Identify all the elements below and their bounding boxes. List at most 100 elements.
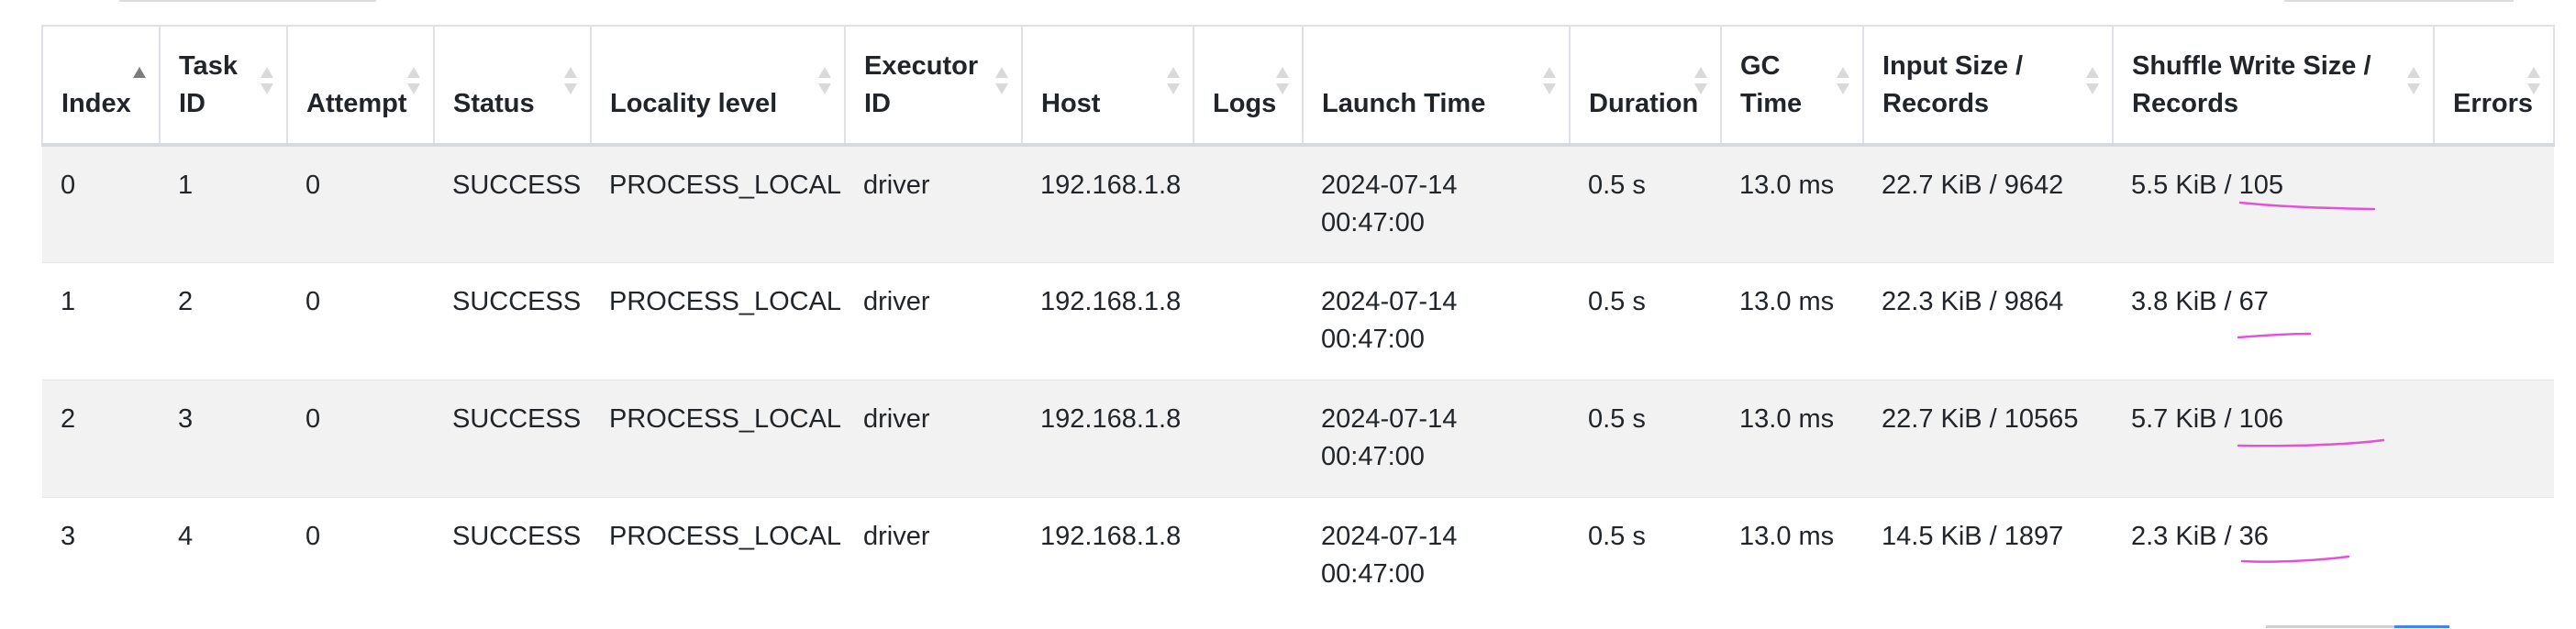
cell-executor: driver [845, 379, 1022, 497]
column-header-label: Task ID [179, 51, 238, 118]
table-row: 0 1 0 SUCCESS PROCESS_LOCAL driver 192.168.1.8… [42, 144, 2554, 262]
cell-shuffle-write: 2.3 KiB / 36 [2113, 496, 2434, 614]
column-header-logs[interactable]: Logs [1193, 25, 1304, 147]
top-divider [119, 0, 376, 2]
cell-index: 0 [42, 144, 160, 262]
cell-errors [2434, 261, 2554, 380]
scrollbar-thumb[interactable] [2394, 625, 2449, 628]
cell-task-id: 4 [160, 496, 287, 614]
cell-gc-time: 13.0 ms [1721, 496, 1863, 614]
cell-shuffle-write: 5.7 KiB / 106 [2113, 379, 2434, 497]
column-header-shuffle-write[interactable]: Shuffle Write Size / Records [2112, 25, 2435, 147]
cell-task-id: 2 [160, 261, 287, 380]
column-header-label: Logs [1213, 89, 1277, 118]
cell-errors [2434, 144, 2554, 262]
cell-input: 22.7 KiB / 10565 [1863, 379, 2113, 497]
cell-executor: driver [845, 144, 1022, 262]
column-header-errors[interactable]: Errors [2433, 25, 2555, 147]
column-header-duration[interactable]: Duration [1569, 25, 1722, 147]
cell-launch-time: 2024-07-14 00:47:00 [1303, 496, 1570, 614]
sort-icon [1694, 67, 1707, 98]
column-header-label: Host [1041, 89, 1101, 118]
column-header-label: Locality level [610, 89, 778, 118]
sort-ascending-icon [133, 67, 146, 98]
cell-locality: PROCESS_LOCAL [591, 379, 845, 497]
cell-host: 192.168.1.8 [1022, 379, 1194, 497]
cell-attempt: 0 [287, 379, 434, 497]
cell-logs [1194, 144, 1303, 262]
cell-shuffle-write: 3.8 KiB / 67 [2113, 261, 2434, 380]
cell-errors [2434, 496, 2554, 614]
cell-locality: PROCESS_LOCAL [591, 144, 845, 262]
cell-status: SUCCESS [434, 144, 591, 262]
cell-duration: 0.5 s [1570, 379, 1721, 497]
column-header-host[interactable]: Host [1021, 25, 1194, 147]
column-header-task-id[interactable]: Task ID [159, 25, 288, 147]
column-header-label: GC Time [1740, 51, 1803, 118]
column-header-input[interactable]: Input Size / Records [1862, 25, 2114, 147]
cell-index: 1 [42, 261, 160, 380]
column-header-label: Attempt [306, 89, 407, 118]
cell-attempt: 0 [287, 496, 434, 614]
sort-icon [407, 67, 420, 98]
cell-duration: 0.5 s [1570, 496, 1721, 614]
column-header-index[interactable]: Index [41, 25, 161, 147]
column-header-label: Status [453, 89, 535, 118]
table-row: 1 2 0 SUCCESS PROCESS_LOCAL driver 192.168.1.8… [42, 261, 2554, 380]
sort-icon [564, 67, 577, 98]
sort-icon [261, 67, 273, 98]
column-header-gc-time[interactable]: GC Time [1720, 25, 1864, 147]
sort-icon [1167, 67, 1180, 98]
column-header-label: Launch Time [1322, 89, 1486, 118]
column-header-label: Executor ID [864, 51, 979, 118]
cell-launch-time: 2024-07-14 00:47:00 [1303, 379, 1570, 497]
cell-host: 192.168.1.8 [1022, 496, 1194, 614]
cell-duration: 0.5 s [1570, 261, 1721, 380]
column-header-label: Index [61, 89, 131, 118]
column-header-executor[interactable]: Executor ID [844, 25, 1023, 147]
task-table-screen: Index Task ID Attempt Status Locality level E… [0, 0, 2576, 629]
column-header-status[interactable]: Status [433, 25, 592, 147]
cell-attempt: 0 [287, 261, 434, 380]
column-header-launch-time[interactable]: Launch Time [1302, 25, 1571, 147]
cell-gc-time: 13.0 ms [1721, 144, 1863, 262]
cell-index: 2 [42, 379, 160, 497]
cell-executor: driver [845, 496, 1022, 614]
column-header-label: Shuffle Write Size / Records [2132, 51, 2371, 118]
column-header-label: Errors [2453, 89, 2534, 118]
sort-icon [2407, 67, 2420, 98]
cell-launch-time: 2024-07-14 00:47:00 [1303, 261, 1570, 380]
cell-task-id: 3 [160, 379, 287, 497]
table-row: 3 4 0 SUCCESS PROCESS_LOCAL driver 192.168.1.8… [42, 496, 2554, 614]
cell-executor: driver [845, 261, 1022, 380]
column-header-label: Input Size / Records [1882, 51, 2024, 118]
column-header-locality[interactable]: Locality level [590, 25, 846, 147]
cell-locality: PROCESS_LOCAL [591, 496, 845, 614]
tasks-table: Index Task ID Attempt Status Locality level E… [41, 25, 2555, 614]
sort-icon [1837, 67, 1849, 98]
sort-icon [995, 67, 1008, 98]
cell-host: 192.168.1.8 [1022, 261, 1194, 380]
cell-logs [1194, 496, 1303, 614]
sort-icon [2527, 67, 2540, 98]
column-header-attempt[interactable]: Attempt [286, 25, 435, 147]
cell-input: 22.7 KiB / 9642 [1863, 144, 2113, 262]
cell-logs [1194, 379, 1303, 497]
cell-status: SUCCESS [434, 496, 591, 614]
cell-status: SUCCESS [434, 261, 591, 380]
cell-launch-time: 2024-07-14 00:47:00 [1303, 144, 1570, 262]
cell-gc-time: 13.0 ms [1721, 379, 1863, 497]
table-row: 2 3 0 SUCCESS PROCESS_LOCAL driver 192.168.1.8… [42, 379, 2554, 497]
cell-gc-time: 13.0 ms [1721, 261, 1863, 380]
sort-icon [818, 67, 831, 98]
cell-input: 14.5 KiB / 1897 [1863, 496, 2113, 614]
column-header-label: Duration [1589, 89, 1699, 118]
sort-icon [2086, 67, 2099, 98]
sort-icon [1276, 67, 1289, 98]
scrollbar-track[interactable] [2266, 625, 2394, 628]
cell-attempt: 0 [287, 144, 434, 262]
sort-icon [1543, 67, 1556, 98]
cell-duration: 0.5 s [1570, 144, 1721, 262]
cell-host: 192.168.1.8 [1022, 144, 1194, 262]
top-divider [2284, 0, 2514, 2]
